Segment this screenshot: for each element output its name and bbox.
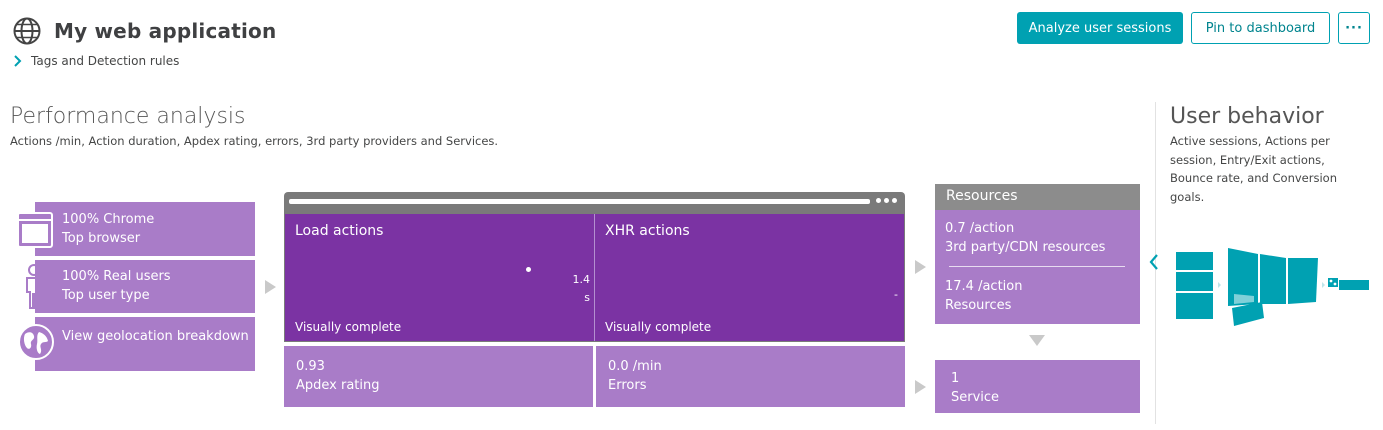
globe-icon xyxy=(13,17,41,45)
services-tile[interactable]: 1 Service xyxy=(935,360,1140,413)
third-party-value: 0.7 /action xyxy=(945,221,1015,236)
resources-item[interactable]: 17.4 /action Resources xyxy=(945,277,1022,315)
apdex-value: 0.93 xyxy=(296,359,325,374)
world-icon xyxy=(18,324,54,360)
load-actions-value: 1.4 xyxy=(572,273,591,286)
errors-value: 0.0 /min xyxy=(608,359,662,374)
user-behavior-heading: User behavior xyxy=(1170,104,1324,129)
top-user-type-tile[interactable]: 100% Real users Top user type xyxy=(35,260,255,313)
chevron-right-icon xyxy=(14,55,22,67)
load-actions-title: Load actions xyxy=(295,223,384,239)
user-behavior-funnel-icon[interactable] xyxy=(1170,242,1374,328)
geolocation-breakdown-label: View geolocation breakdown xyxy=(62,329,249,344)
resources-value: 17.4 /action xyxy=(945,279,1023,294)
xhr-actions-panel[interactable]: XHR actions - Visually complete xyxy=(594,214,904,341)
errors-label: Errors xyxy=(608,378,647,393)
tags-detection-rules-link[interactable]: Tags and Detection rules xyxy=(12,52,179,70)
xhr-actions-title: XHR actions xyxy=(605,223,690,239)
page-title: My web application xyxy=(54,19,277,43)
resources-panel: 0.7 /action 3rd party/CDN resources 17.4… xyxy=(935,210,1140,324)
browser-dot xyxy=(892,198,897,203)
browser-dot xyxy=(884,198,889,203)
chevron-left-icon[interactable] xyxy=(1148,253,1160,271)
flow-arrow-down xyxy=(1029,335,1045,346)
flow-arrow xyxy=(915,260,926,274)
errors-tile[interactable]: 0.0 /min Errors xyxy=(596,346,905,407)
flow-arrow xyxy=(265,280,276,294)
flow-arrow xyxy=(915,380,926,394)
apdex-label: Apdex rating xyxy=(296,378,380,393)
divider xyxy=(949,266,1125,267)
user-icon xyxy=(26,264,42,309)
top-browser-value: 100% Chrome xyxy=(62,212,155,227)
more-options-button[interactable]: ··· xyxy=(1338,12,1370,44)
performance-analysis-description: Actions /min, Action duration, Apdex rat… xyxy=(10,134,499,148)
apdex-rating-tile[interactable]: 0.93 Apdex rating xyxy=(284,346,593,407)
load-actions-metric: Visually complete xyxy=(295,320,402,334)
xhr-actions-metric: Visually complete xyxy=(605,320,712,334)
performance-analysis-heading: Performance analysis xyxy=(10,104,246,129)
third-party-resources-item[interactable]: 0.7 /action 3rd party/CDN resources xyxy=(945,219,1105,257)
tags-link-label: Tags and Detection rules xyxy=(31,54,180,68)
services-label: Service xyxy=(951,390,1000,405)
analyze-user-sessions-button[interactable]: Analyze user sessions xyxy=(1017,12,1183,44)
top-user-type-label: Top user type xyxy=(62,288,150,303)
load-actions-data-point xyxy=(526,267,531,272)
resources-label: Resources xyxy=(945,298,1012,313)
top-browser-tile[interactable]: 100% Chrome Top browser xyxy=(35,202,255,256)
services-value: 1 xyxy=(951,371,960,386)
top-browser-label: Top browser xyxy=(62,231,141,246)
pin-to-dashboard-button[interactable]: Pin to dashboard xyxy=(1191,12,1330,44)
actions-panel: Load actions 1.4 s Visually complete XHR… xyxy=(285,214,904,341)
geolocation-breakdown-tile[interactable]: View geolocation breakdown xyxy=(35,317,255,371)
browser-icon xyxy=(17,212,53,248)
browser-dot xyxy=(876,198,881,203)
xhr-actions-value: - xyxy=(894,288,898,301)
resources-header: Resources xyxy=(935,184,1140,210)
load-actions-unit: s xyxy=(584,291,590,304)
browser-address-bar xyxy=(289,199,870,204)
third-party-label: 3rd party/CDN resources xyxy=(945,240,1106,255)
user-behavior-description: Active sessions, Actions per session, En… xyxy=(1170,134,1337,204)
top-user-type-value: 100% Real users xyxy=(62,269,171,284)
load-actions-panel[interactable]: Load actions 1.4 s Visually complete xyxy=(285,214,594,341)
